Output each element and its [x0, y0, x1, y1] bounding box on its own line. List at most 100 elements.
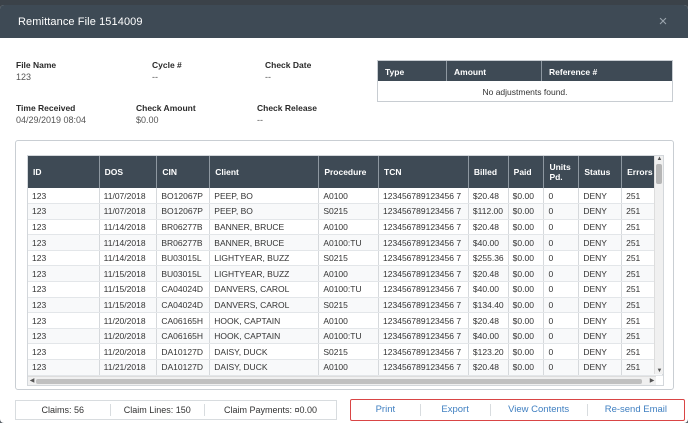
cell-id: 123	[28, 312, 100, 329]
cell-units-pd: 0	[543, 312, 580, 329]
check-release-label: Check Release	[257, 103, 318, 113]
scroll-right-icon[interactable]: ▶	[648, 377, 656, 385]
claims-table: ID DOS CIN Client Procedure TCN Billed Paid Unit…	[28, 156, 663, 376]
check-amount-label: Check Amount	[136, 103, 196, 113]
time-received-label: Time Received	[16, 103, 76, 113]
col-header-tcn[interactable]: TCN	[378, 156, 469, 188]
cell-status: DENY	[578, 265, 623, 283]
table-row[interactable]: 123 11/07/2018 BO12067P PEEP, BO S0215 123456…	[28, 203, 663, 220]
col-header-procedure[interactable]: Procedure	[318, 156, 380, 188]
cell-billed: $40.00	[468, 234, 509, 251]
col-header-client[interactable]: Client	[209, 156, 320, 188]
cell-status: DENY	[578, 188, 623, 205]
cell-cin: DA10127D	[156, 359, 211, 376]
modal-footer: Claims: 56 Claim Lines: 150 Claim Paymen…	[15, 399, 685, 421]
cell-client: LIGHTYEAR, BUZZ	[209, 250, 320, 267]
cell-tcn: 123456789123456 7	[378, 203, 469, 220]
col-header-billed[interactable]: Billed	[468, 156, 509, 188]
cell-tcn: 123456789123456 7	[378, 188, 469, 205]
cell-cin: BR06277B	[156, 219, 211, 236]
col-header-cin[interactable]: CIN	[156, 156, 211, 188]
table-row[interactable]: 123 11/15/2018 CA04024D DANVERS, CAROL A0100…	[28, 281, 663, 298]
cell-cin: CA06165H	[156, 328, 211, 345]
col-header-status[interactable]: Status	[578, 156, 623, 188]
cell-paid: $0.00	[508, 265, 545, 283]
table-row[interactable]: 123 11/14/2018 BR06277B BANNER, BRUCE A0100 1…	[28, 219, 663, 236]
cell-dos: 11/20/2018	[99, 328, 158, 345]
export-link[interactable]: Export	[421, 404, 491, 416]
cell-units-pd: 0	[543, 328, 580, 345]
table-row[interactable]: 123 11/07/2018 BO12067P PEEP, BO A0100 123456…	[28, 188, 663, 205]
cell-status: DENY	[578, 281, 623, 298]
cell-procedure: A0100:TU	[318, 234, 380, 251]
cycle-value: --	[152, 72, 158, 82]
cell-cin: CA04024D	[156, 297, 211, 314]
cell-units-pd: 0	[543, 188, 580, 205]
close-icon[interactable]: ×	[656, 14, 670, 29]
cell-billed: $20.48	[468, 265, 509, 283]
scroll-down-icon[interactable]: ▼	[655, 368, 663, 374]
cell-billed: $20.48	[468, 312, 509, 329]
col-header-dos[interactable]: DOS	[99, 156, 158, 188]
table-row[interactable]: 123 11/20/2018 CA06165H HOOK, CAPTAIN A0100:…	[28, 328, 663, 345]
table-row[interactable]: 123 11/15/2018 CA04024D DANVERS, CAROL S0215…	[28, 297, 663, 314]
cell-status: DENY	[578, 328, 623, 345]
cell-cin: DA10127D	[156, 343, 211, 361]
vertical-scrollbar[interactable]: ▲ ▼	[654, 156, 663, 374]
cell-units-pd: 0	[543, 250, 580, 267]
cell-tcn: 123456789123456 7	[378, 328, 469, 345]
horizontal-scrollbar[interactable]: ◀ ▶	[28, 376, 656, 385]
adj-col-amount[interactable]: Amount	[447, 61, 542, 81]
table-row[interactable]: 123 11/14/2018 BR06277B BANNER, BRUCE A0100:…	[28, 234, 663, 251]
cell-tcn: 123456789123456 7	[378, 297, 469, 314]
cell-status: DENY	[578, 359, 623, 376]
cell-status: DENY	[578, 312, 623, 329]
cell-procedure: A0100	[318, 312, 380, 329]
col-header-paid[interactable]: Paid	[508, 156, 545, 188]
cell-dos: 11/15/2018	[99, 281, 158, 298]
cell-dos: 11/14/2018	[99, 219, 158, 236]
modal-header: Remittance File 1514009 ×	[0, 5, 688, 38]
cell-cin: BO12067P	[156, 188, 211, 205]
field-cycle: Cycle # --	[152, 60, 182, 82]
cell-cin: BU03015L	[156, 250, 211, 267]
vertical-scroll-thumb[interactable]	[656, 164, 662, 184]
cell-id: 123	[28, 188, 100, 205]
cell-id: 123	[28, 297, 100, 314]
claim-lines-count: Claim Lines: 150	[111, 404, 206, 416]
cell-id: 123	[28, 343, 100, 361]
cell-client: HOOK, CAPTAIN	[209, 328, 320, 345]
view-contents-link[interactable]: View Contents	[491, 404, 588, 416]
cell-id: 123	[28, 328, 100, 345]
print-link[interactable]: Print	[351, 404, 421, 416]
cell-client: HOOK, CAPTAIN	[209, 312, 320, 329]
cell-dos: 11/20/2018	[99, 312, 158, 329]
cell-id: 123	[28, 359, 100, 376]
cell-billed: $134.40	[468, 297, 509, 314]
adj-col-reference[interactable]: Reference #	[542, 61, 672, 81]
cell-cin: CA04024D	[156, 281, 211, 298]
horizontal-scroll-thumb[interactable]	[36, 379, 642, 384]
table-row[interactable]: 123 11/15/2018 BU03015L LIGHTYEAR, BUZZ A010…	[28, 265, 663, 283]
cell-dos: 11/14/2018	[99, 250, 158, 267]
cell-paid: $0.00	[508, 359, 545, 376]
table-row[interactable]: 123 11/20/2018 DA10127D DAISY, DUCK S0215 123…	[28, 343, 663, 361]
scroll-up-icon[interactable]: ▲	[655, 156, 663, 162]
cell-units-pd: 0	[543, 281, 580, 298]
col-header-id[interactable]: ID	[28, 156, 100, 188]
cell-billed: $20.48	[468, 219, 509, 236]
table-row[interactable]: 123 11/14/2018 BU03015L LIGHTYEAR, BUZZ S021…	[28, 250, 663, 267]
claims-grid: ID DOS CIN Client Procedure TCN Billed Paid Unit…	[27, 155, 664, 386]
table-row[interactable]: 123 11/21/2018 DA10127D DAISY, DUCK A0100 123…	[28, 359, 663, 376]
scroll-left-icon[interactable]: ◀	[28, 377, 36, 385]
cell-procedure: S0215	[318, 343, 380, 361]
cell-tcn: 123456789123456 7	[378, 250, 469, 267]
cell-status: DENY	[578, 343, 623, 361]
cell-client: DAISY, DUCK	[209, 359, 320, 376]
col-header-units-pd[interactable]: Units Pd.	[543, 156, 580, 188]
resend-email-link[interactable]: Re-send Email	[588, 404, 684, 416]
table-row[interactable]: 123 11/20/2018 CA06165H HOOK, CAPTAIN A0100 1…	[28, 312, 663, 329]
adj-col-type[interactable]: Type	[378, 61, 447, 81]
cell-tcn: 123456789123456 7	[378, 219, 469, 236]
cell-dos: 11/07/2018	[99, 203, 158, 220]
